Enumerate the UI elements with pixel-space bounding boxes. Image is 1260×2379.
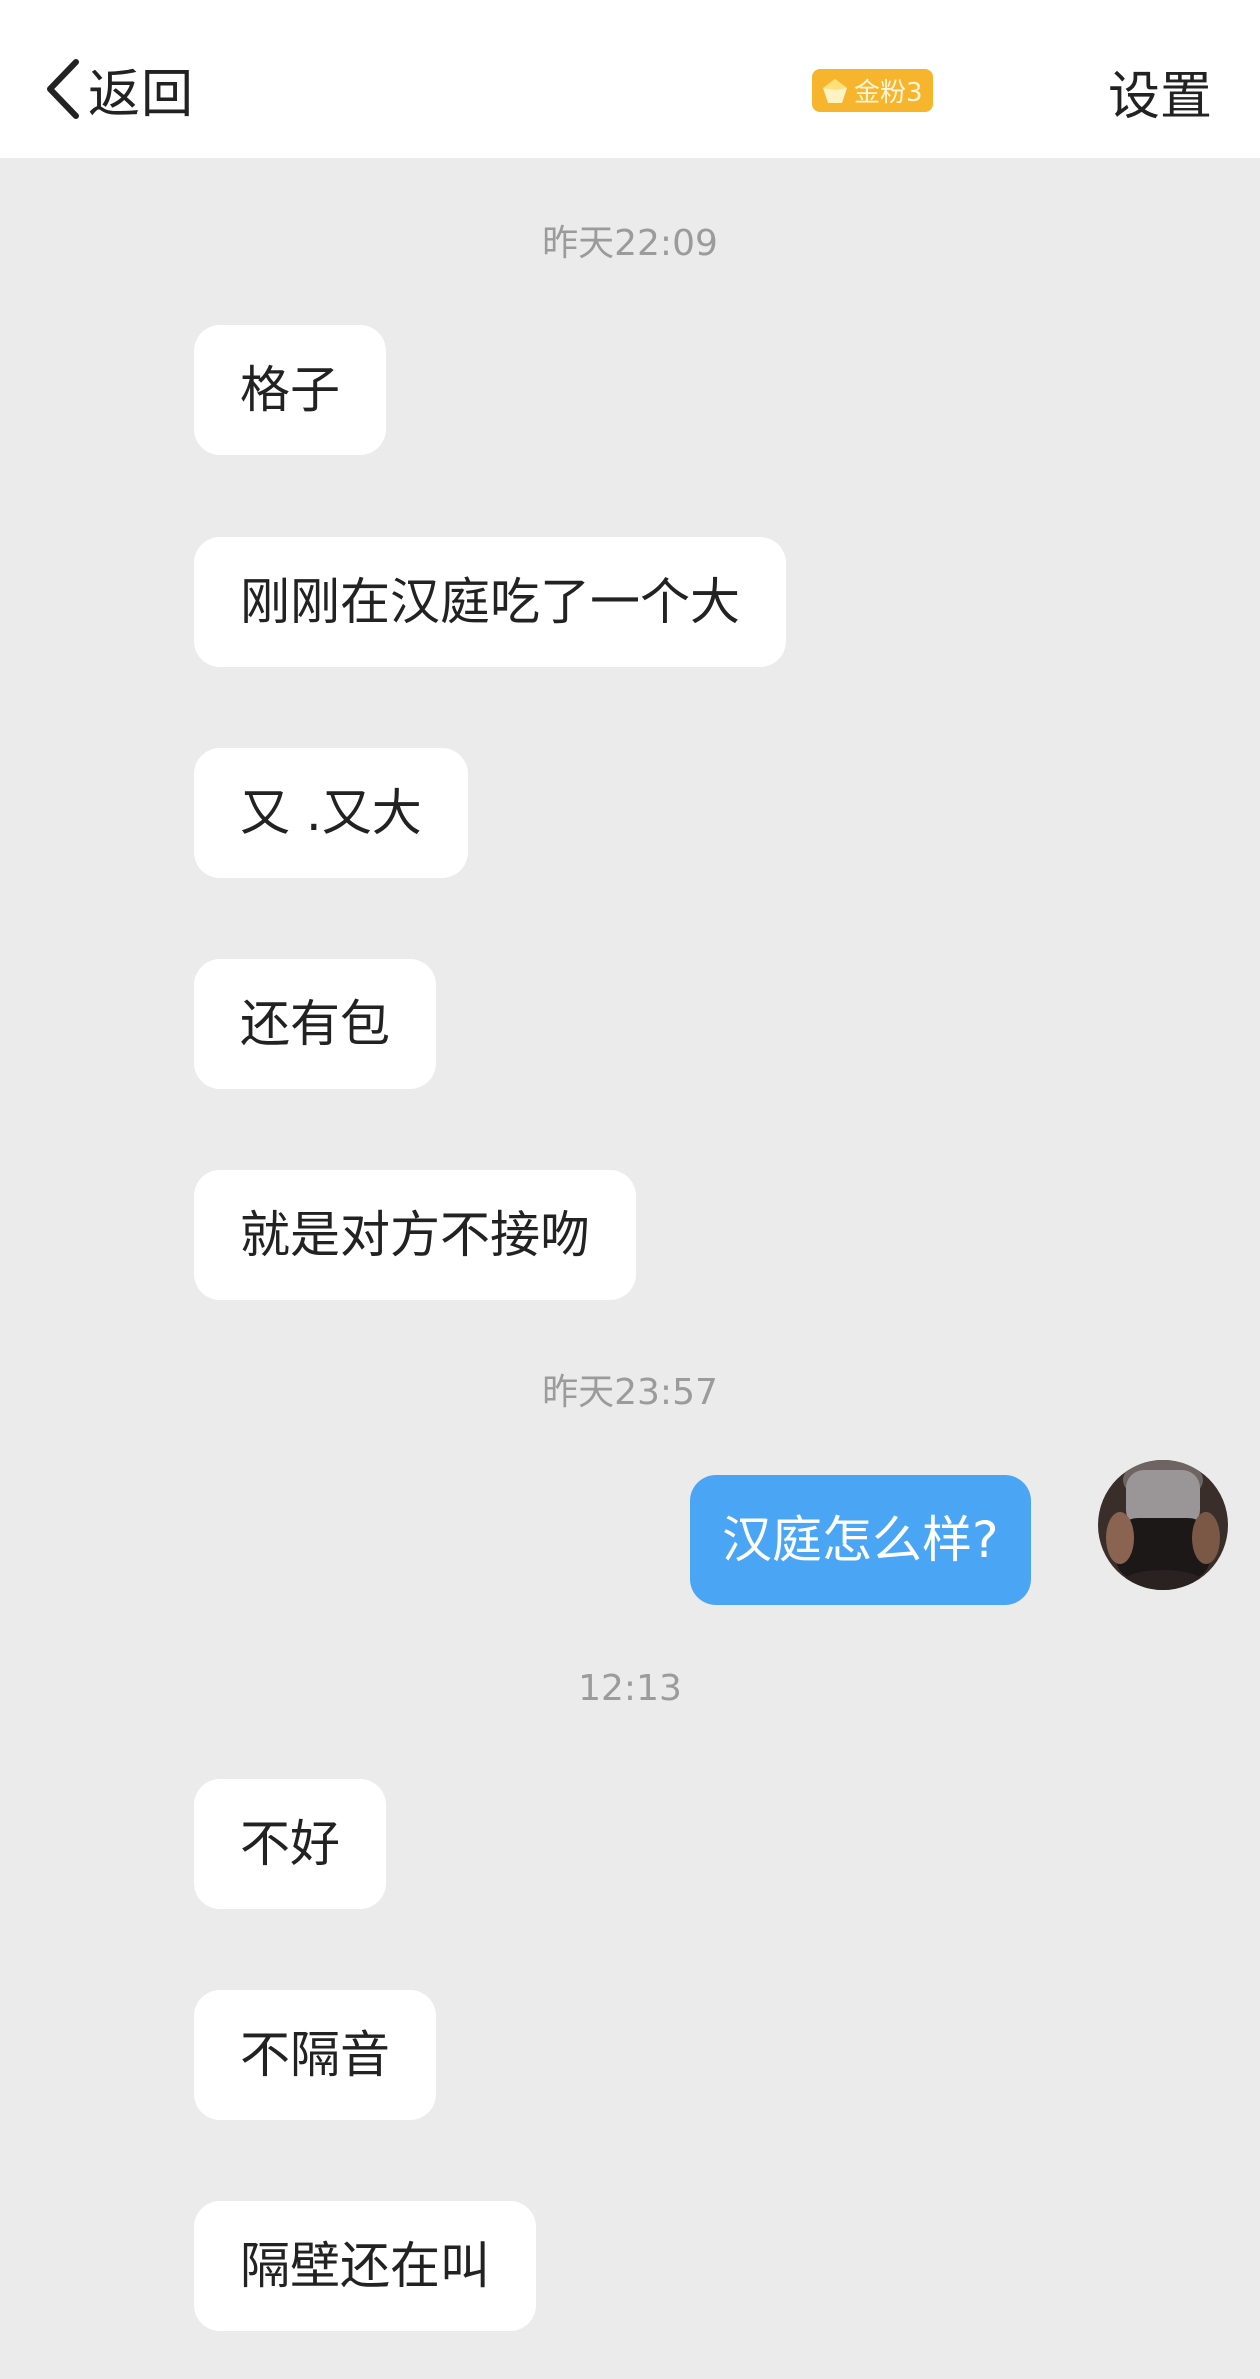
timestamp: 12:13 [578,1668,682,1709]
settings-button[interactable]: 设置 [1108,54,1212,129]
nav-bar: 返回 金粉3 设置 [0,0,1260,158]
fan-level-badge[interactable]: 金粉3 [812,69,933,112]
timestamp: 昨天23:57 [542,1372,718,1413]
message-bubble[interactable]: 隔壁还在叫 [194,2201,536,2331]
fan-level-label: 金粉3 [854,78,923,108]
chevron-left-icon [42,56,84,122]
message-bubble[interactable]: 刚刚在汉庭吃了一个大 [194,537,786,667]
back-label: 返回 [88,64,195,125]
gem-icon [820,76,850,106]
sent-message-bubble[interactable]: 汉庭怎么样? [690,1475,1031,1605]
message-bubble[interactable]: 不隔音 [194,1990,436,2120]
timestamp: 昨天22:09 [542,223,718,264]
user-avatar[interactable] [1098,1460,1228,1590]
message-bubble[interactable]: 又 .又大 [194,748,468,878]
message-bubble[interactable]: 还有包 [194,959,436,1089]
message-bubble[interactable]: 不好 [194,1779,386,1909]
message-bubble[interactable]: 就是对方不接吻 [194,1170,636,1300]
back-button[interactable]: 返回 [42,44,194,134]
message-bubble[interactable]: 格子 [194,325,386,455]
